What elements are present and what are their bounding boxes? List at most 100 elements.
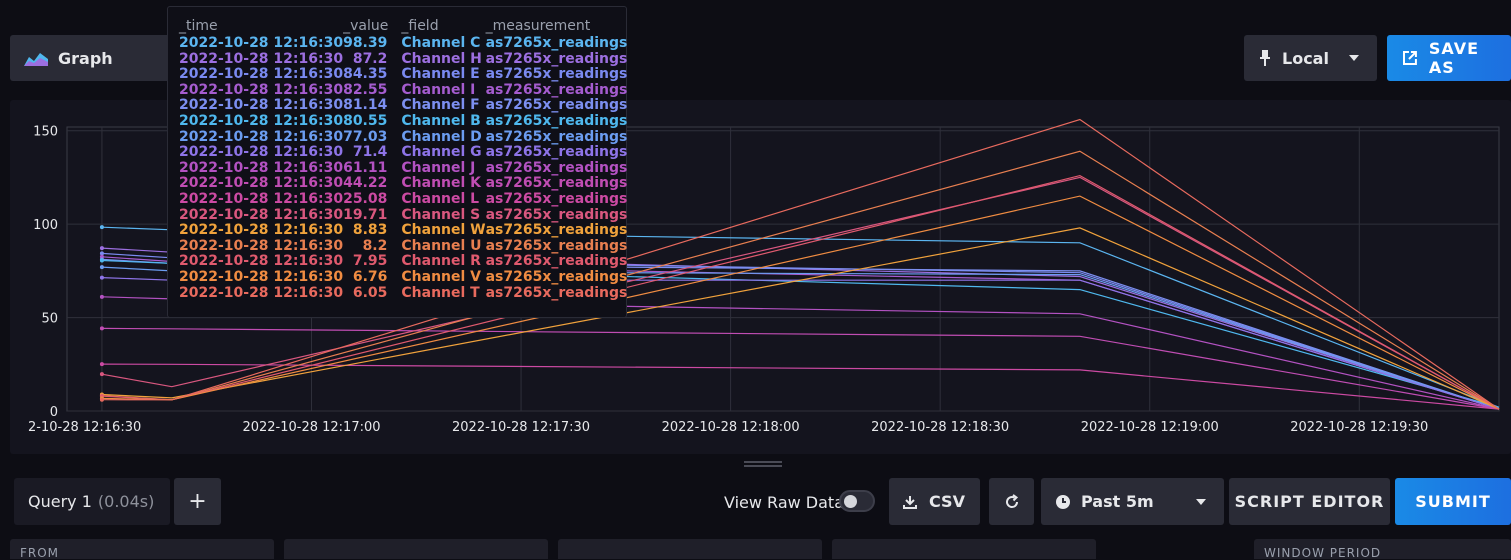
- script-editor-button[interactable]: SCRIPT EDITOR: [1229, 478, 1390, 525]
- filter-card-1[interactable]: [284, 539, 548, 559]
- tooltip-row: 2022-10-28 12:16:30 80.55 Channel Bas7265x…: [179, 112, 628, 130]
- window-period-label: WINDOW PERIOD: [1264, 546, 1382, 560]
- tooltip-cell-measurement: as7265x_readings: [485, 190, 628, 207]
- tooltip-cell-time: 2022-10-28 12:16:30: [179, 222, 344, 239]
- toggle-knob: [844, 495, 857, 508]
- tooltip-row: 2022-10-28 12:16:30 8.2 Channel Uas7265x_r…: [179, 237, 628, 255]
- tooltip-row: 2022-10-28 12:16:30 7.95 Channel Ras7265x_…: [179, 254, 627, 270]
- tooltip-cell-time: 2022-10-28 12:16:30: [179, 284, 344, 301]
- add-query-button[interactable]: +: [174, 478, 221, 525]
- query-tab-time: (0.04s): [97, 492, 155, 511]
- tooltip-cell-time: 2022-10-28 12:16:30: [179, 206, 344, 223]
- tooltip-cell-time: 2022-10-28 12:16:30: [179, 97, 344, 114]
- from-card[interactable]: FROM: [10, 539, 274, 560]
- submit-label: SUBMIT: [1415, 492, 1491, 511]
- tooltip-cell-measurement: as7265x_readings: [485, 128, 628, 145]
- x-tick-label: 2-10-28 12:16:30: [28, 420, 141, 435]
- tooltip-cell-measurement: as7265x_readings: [485, 237, 628, 254]
- save-as-label: SAVE AS: [1428, 39, 1480, 77]
- tooltip-row: 2022-10-28 12:16:30 8.83 Channel Was7265x_…: [179, 223, 627, 239]
- tooltip-cell-value: 84.35: [343, 66, 388, 83]
- tooltip-cell-field: Channel R: [401, 253, 481, 270]
- visualization-type-button[interactable]: Graph: [10, 35, 180, 81]
- save-as-button[interactable]: SAVE AS: [1387, 35, 1511, 81]
- tooltip-cell-value: 44.22: [343, 175, 388, 192]
- tooltip-cell-time: 2022-10-28 12:16:30: [179, 190, 344, 207]
- query-tab-label: Query 1: [28, 492, 92, 511]
- resize-drag-handle[interactable]: [744, 461, 782, 467]
- tooltip-row: 2022-10-28 12:16:30 6.76 Channel Vas7265x_…: [179, 268, 627, 286]
- series-point: [99, 397, 104, 402]
- tooltip-cell-measurement: as7265x_readings: [485, 35, 628, 51]
- series-point: [99, 326, 104, 331]
- tooltip-row: 2022-10-28 12:16:30 87.2 Channel Has7265x_…: [179, 50, 627, 68]
- series-point: [99, 275, 104, 280]
- tooltip-cell-time: 2022-10-28 12:16:30: [179, 50, 344, 67]
- submit-button[interactable]: SUBMIT: [1395, 478, 1511, 525]
- tooltip-cell-time: 2022-10-28 12:16:30: [179, 144, 344, 161]
- graph-icon: [24, 53, 48, 66]
- tooltip-cell-time: 2022-10-28 12:16:30: [179, 253, 344, 270]
- tooltip-cell-value: 19.71: [343, 206, 388, 223]
- hover-tooltip: _time _value _field _measurement 2022-10…: [167, 6, 627, 318]
- tooltip-cell-value: 98.39: [343, 35, 388, 51]
- filter-card-3[interactable]: [832, 539, 1096, 559]
- tooltip-cell-time: 2022-10-28 12:16:30: [179, 237, 344, 254]
- tooltip-cell-field: Channel T: [401, 284, 480, 301]
- tooltip-cell-field: Channel I: [401, 81, 476, 98]
- tooltip-cell-value: 81.14: [343, 97, 388, 114]
- timezone-dropdown[interactable]: Local: [1244, 35, 1377, 81]
- tooltip-cell-measurement: as7265x_readings: [485, 144, 628, 161]
- series-point: [99, 372, 104, 377]
- series-point: [99, 362, 104, 367]
- refresh-button[interactable]: [989, 478, 1034, 525]
- tooltip-header-field: _field: [401, 18, 439, 34]
- tooltip-cell-field: Channel E: [401, 66, 480, 83]
- tooltip-cell-measurement: as7265x_readings: [485, 206, 628, 223]
- tooltip-row: 2022-10-28 12:16:30 44.22 Channel Kas7265x…: [179, 176, 627, 192]
- tooltip-cell-field: Channel J: [401, 159, 476, 176]
- tooltip-row: 2022-10-28 12:16:30 77.03 Channel Das7265x…: [179, 128, 628, 146]
- y-tick-label: 0: [50, 405, 58, 420]
- tooltip-cell-time: 2022-10-28 12:16:30: [179, 175, 344, 192]
- tooltip-row: 2022-10-28 12:16:30 61.11 Channel J as7265x…: [179, 159, 627, 177]
- tooltip-cell-field: Channel D: [401, 128, 482, 145]
- tooltip-cell-value: 7.95: [352, 253, 388, 270]
- y-tick-label: 150: [33, 125, 58, 140]
- x-tick-label: 2022-10-28 12:19:00: [1081, 420, 1219, 435]
- view-raw-data-toggle[interactable]: [839, 490, 875, 512]
- x-tick-label: 2022-10-28 12:17:30: [452, 420, 590, 435]
- x-tick-label: 2022-10-28 12:17:00: [242, 420, 380, 435]
- download-icon: [903, 495, 917, 509]
- tooltip-row: 2022-10-28 12:16:30 81.14 Channel F as7265x…: [179, 98, 627, 114]
- tooltip-cell-time: 2022-10-28 12:16:30: [179, 112, 344, 129]
- tooltip-cell-field: Channel F: [401, 97, 480, 114]
- tooltip-cell-time: 2022-10-28 12:16:30: [179, 268, 344, 285]
- tooltip-cell-field: Channel C: [401, 35, 481, 51]
- csv-download-button[interactable]: CSV: [889, 478, 980, 525]
- tooltip-row: 2022-10-28 12:16:30 71.4 Channel Gas7265x_…: [179, 145, 627, 161]
- tooltip-cell-time: 2022-10-28 12:16:30: [179, 81, 344, 98]
- plus-icon: +: [188, 489, 207, 514]
- window-period-card[interactable]: WINDOW PERIOD: [1254, 539, 1511, 560]
- filter-card-2[interactable]: [558, 539, 822, 559]
- tooltip-cell-measurement: as7265x_readings: [485, 97, 628, 114]
- chevron-down-icon: [1349, 55, 1359, 61]
- series-point: [99, 225, 104, 230]
- tooltip-cell-field: Channel B: [401, 112, 481, 129]
- tooltip-cell-value: 6.76: [352, 268, 388, 285]
- series-point: [99, 265, 104, 270]
- tooltip-row: 2022-10-28 12:16:30 25.08 Channel L as7265x…: [179, 190, 628, 208]
- chevron-down-icon: [1196, 498, 1206, 505]
- tooltip-cell-field: Channel W: [401, 222, 486, 239]
- tooltip-cell-value: 6.05: [352, 284, 388, 301]
- y-tick-label: 50: [41, 312, 58, 327]
- series-point: [99, 246, 104, 251]
- query-tab[interactable]: Query 1 (0.04s): [14, 478, 170, 525]
- time-range-label: Past 5m: [1081, 492, 1154, 511]
- tooltip-cell-field: Channel H: [401, 50, 482, 67]
- script-editor-label: SCRIPT EDITOR: [1234, 492, 1385, 511]
- tooltip-cell-value: 77.03: [343, 128, 388, 145]
- tooltip-cell-measurement: as7265x_readings: [485, 112, 628, 129]
- time-range-dropdown[interactable]: Past 5m: [1041, 478, 1224, 525]
